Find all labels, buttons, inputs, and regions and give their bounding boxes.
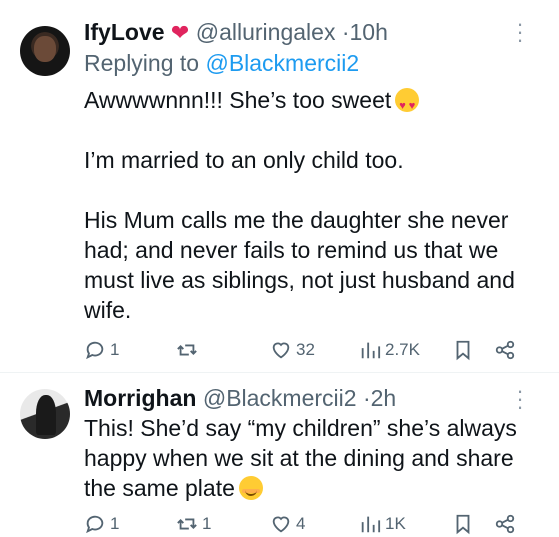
replying-to-label: Replying to — [84, 50, 200, 76]
repost-button[interactable]: 1 — [176, 511, 211, 537]
repost-button[interactable] — [176, 337, 202, 363]
bookmark-icon — [456, 514, 470, 535]
avatar[interactable] — [20, 26, 70, 76]
analytics-icon — [361, 342, 381, 359]
heart-icon — [272, 516, 290, 533]
views-button[interactable]: 2.7K — [359, 337, 420, 363]
tweet[interactable]: · · · IfyLove ❤ @alluringalex ·10h Replyin… — [0, 0, 559, 373]
timestamp[interactable]: 2h — [371, 385, 397, 411]
separator-dot: · — [341, 19, 350, 45]
tweet-header: IfyLove ❤ @alluringalex ·10h — [84, 17, 531, 48]
share-button[interactable] — [494, 511, 516, 537]
like-count: 32 — [296, 340, 315, 359]
action-bar: 1 32 2.7K — [84, 337, 524, 363]
views-button[interactable]: 1K — [359, 511, 406, 537]
like-button[interactable]: 32 — [270, 337, 315, 363]
bookmark-icon — [456, 340, 470, 361]
tweet-content: IfyLove ❤ @alluringalex ·10h Replying to… — [84, 17, 531, 325]
red-heart-emoji-icon: ❤ — [170, 20, 190, 45]
reply-button[interactable]: 1 — [84, 511, 119, 537]
views-count: 1K — [385, 514, 406, 533]
reply-icon — [86, 341, 104, 360]
author-name[interactable]: IfyLove — [84, 19, 165, 45]
heart-icon — [272, 342, 290, 359]
replying-to: Replying to @Blackmercii2 — [84, 48, 531, 78]
views-count: 2.7K — [385, 340, 420, 359]
tweet-text-line: I’m married to an only child too. — [84, 147, 404, 173]
author-name[interactable]: Morrighan — [84, 385, 196, 411]
reply-count: 1 — [110, 514, 120, 533]
author-handle[interactable]: @Blackmercii2 — [203, 385, 357, 411]
repost-count: 1 — [202, 514, 212, 533]
heart-eyes-emoji-icon — [395, 88, 420, 121]
tweet-content: Morrighan @Blackmercii2 ·2h This! She’d … — [84, 383, 531, 503]
smiling-face-emoji-icon — [238, 476, 263, 500]
reply-count: 1 — [110, 340, 120, 359]
tweet-text-line: Awwwwnnn!!! She’s too sweet — [84, 87, 392, 113]
tweet[interactable]: · · · Morrighan @Blackmercii2 ·2h This! Sh… — [0, 373, 559, 537]
bookmark-button[interactable] — [452, 337, 474, 363]
analytics-icon — [361, 516, 381, 533]
like-count: 4 — [296, 514, 306, 533]
tweet-text-line: His Mum calls me the daughter she never … — [84, 207, 515, 323]
reply-icon — [86, 515, 104, 534]
avatar[interactable] — [20, 389, 70, 439]
share-button[interactable] — [494, 337, 516, 363]
share-icon — [495, 514, 515, 534]
timestamp[interactable]: 10h — [350, 19, 388, 45]
bookmark-button[interactable] — [452, 511, 474, 537]
share-icon — [495, 340, 515, 360]
action-bar: 1 1 4 1K — [84, 511, 524, 537]
repost-icon — [177, 344, 197, 356]
tweet-text-line: This! She’d say “my children” she’s alwa… — [84, 415, 517, 501]
separator-dot: · — [362, 385, 371, 411]
tweet-header: Morrighan @Blackmercii2 ·2h — [84, 383, 531, 413]
tweet-text: Awwwwnnn!!! She’s too sweet I’m married … — [84, 85, 531, 325]
author-handle[interactable]: @alluringalex — [196, 19, 336, 45]
mention-link[interactable]: @Blackmercii2 — [205, 50, 359, 76]
tweet-text: This! She’d say “my children” she’s alwa… — [84, 413, 531, 503]
reply-button[interactable]: 1 — [84, 337, 119, 363]
like-button[interactable]: 4 — [270, 511, 305, 537]
repost-icon — [177, 518, 197, 530]
